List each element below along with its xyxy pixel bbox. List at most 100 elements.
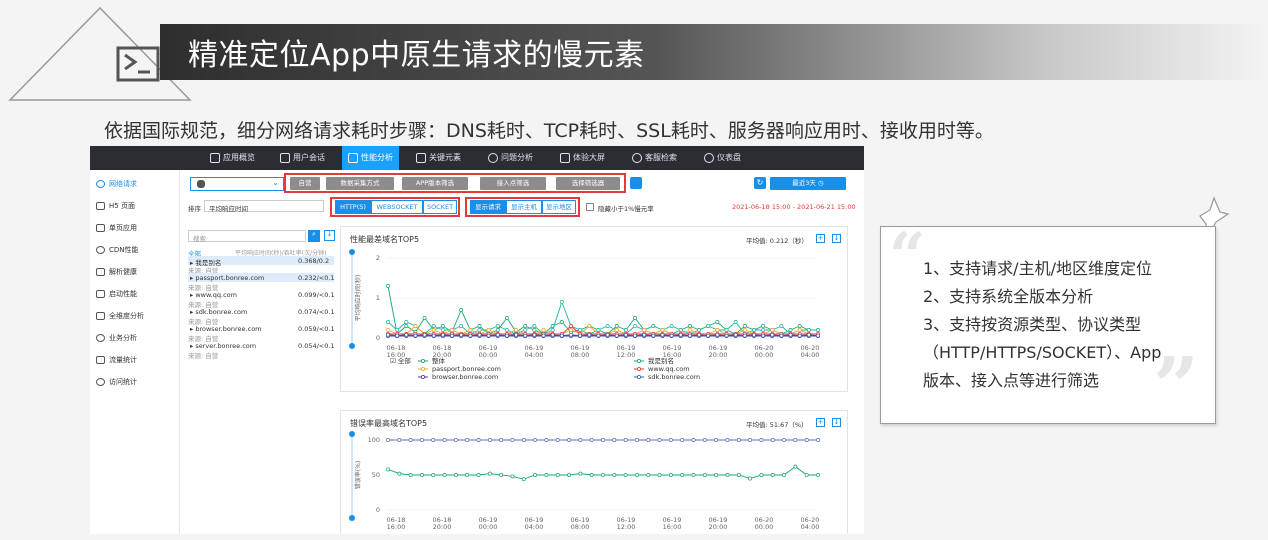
data-point: [450, 328, 454, 332]
data-point: [477, 324, 482, 328]
filter-collection-method[interactable]: 数据采集方式: [326, 177, 394, 190]
filter-self-operated[interactable]: 自营: [290, 177, 320, 190]
nav-dashboard[interactable]: 仪表盘: [704, 146, 741, 170]
data-point: [601, 473, 605, 477]
range-handle-top[interactable]: [349, 249, 355, 255]
feature-note-card: “ ” 1、支持请求/主机/地区维度定位 2、支持系统全版本分析 3、支持按资源…: [880, 219, 1216, 433]
data-point: [386, 284, 390, 288]
data-point: [702, 473, 707, 477]
clear-filter-icon[interactable]: [630, 177, 642, 189]
nav-performance[interactable]: 性能分析: [342, 146, 399, 170]
x-tick-label: 04:00: [801, 523, 820, 531]
list-item[interactable]: ▸ sdk.bonree.com 0.074/<0.1: [188, 307, 335, 316]
data-point: [761, 324, 766, 328]
data-point: [742, 324, 747, 328]
download-icon[interactable]: ↓: [324, 230, 335, 241]
chevron-down-icon: ⌄: [272, 178, 279, 187]
data-point: [797, 333, 802, 338]
sidebar-item-h5[interactable]: H5 页面: [96, 198, 135, 214]
legend-item[interactable]: passport.bonree.com: [432, 365, 501, 373]
download-icon[interactable]: ↓: [832, 418, 841, 427]
sidebar-item-spa[interactable]: 单页应用: [96, 220, 137, 236]
nav-key-elements[interactable]: 关键元素: [416, 146, 461, 170]
legend-all[interactable]: ☑ 全部: [390, 356, 411, 365]
filter-access-point[interactable]: 接入点筛选: [480, 177, 546, 190]
range-handle-bottom[interactable]: [349, 515, 355, 521]
data-point: [680, 438, 685, 442]
data-point: [532, 332, 537, 337]
view-region[interactable]: 显示地区: [542, 200, 576, 214]
expand-icon[interactable]: +: [816, 418, 825, 427]
range-handle-top[interactable]: [349, 431, 355, 437]
chart2-average: 平均值: 51.67（%）: [746, 421, 808, 429]
y-tick-label: 1: [376, 294, 380, 302]
sidebar-item-traffic[interactable]: 流量统计: [96, 352, 137, 368]
view-host[interactable]: 显示主机: [506, 200, 542, 214]
data-point: [541, 333, 546, 338]
app-selector[interactable]: ⌄: [190, 177, 284, 191]
data-point: [782, 473, 787, 477]
data-point: [742, 328, 747, 332]
sidebar-item-dns-health[interactable]: 解析健康: [96, 264, 137, 280]
nav-customer-search[interactable]: 客服检索: [632, 146, 677, 170]
filter-app-version[interactable]: APP版本筛选: [402, 177, 468, 190]
list-item-name: ▸ sdk.bonree.com: [190, 308, 248, 316]
legend-item[interactable]: browser.bonree.com: [432, 373, 498, 381]
data-point: [504, 328, 509, 332]
list-item[interactable]: ▸ www.qq.com 0.099/<0.1: [188, 290, 335, 299]
list-item[interactable]: ▸ browser.bonree.com 0.059/<0.1: [188, 324, 335, 333]
sidebar-item-business[interactable]: 业务分析: [96, 330, 137, 346]
chart-line-icon: [348, 152, 358, 163]
hide-checkbox[interactable]: [586, 203, 594, 211]
time-range-button[interactable]: 最近3天 ◷: [770, 177, 846, 190]
protocol-https[interactable]: HTTP(S): [335, 200, 371, 214]
legend-item[interactable]: 我是别名: [648, 356, 674, 365]
sidebar-item-visits[interactable]: 访问统计: [96, 374, 137, 390]
data-point: [752, 328, 756, 332]
data-point: [797, 324, 802, 328]
expand-icon[interactable]: +: [816, 234, 825, 243]
nav-user-session[interactable]: 用户会话: [280, 146, 325, 170]
sidebar-item-network-request[interactable]: 网络请求: [96, 176, 137, 192]
data-point: [397, 471, 402, 476]
sidebar-item-cdn[interactable]: CDN性能: [96, 242, 139, 258]
list-item[interactable]: ▸ server.bonree.com 0.054/<0.1: [188, 341, 335, 350]
search-input[interactable]: 搜索: [188, 230, 306, 243]
data-point: [476, 473, 481, 477]
sort-select[interactable]: 平均响应时间: [204, 200, 324, 213]
sidebar-item-all-dimension[interactable]: 全维度分析: [96, 308, 144, 324]
data-point: [550, 332, 555, 337]
y-tick-label: 2: [376, 254, 380, 262]
legend-item[interactable]: sdk.bonree.com: [648, 373, 700, 381]
data-point: [742, 333, 747, 338]
data-point: [413, 324, 418, 328]
range-handle-bottom[interactable]: [349, 343, 355, 349]
data-point: [816, 328, 820, 332]
nav-experience-screen[interactable]: 体验大屏: [560, 146, 605, 170]
protocol-websocket[interactable]: WEBSOCKET: [371, 200, 423, 214]
data-point: [523, 328, 528, 332]
data-point: [770, 328, 775, 332]
x-tick-label: 00:00: [479, 351, 498, 359]
data-point: [514, 332, 519, 337]
legend-item[interactable]: www.qq.com: [648, 365, 690, 373]
search-element-icon: [416, 152, 426, 163]
data-point: [706, 333, 711, 338]
protocol-socket[interactable]: SOCKET: [423, 200, 457, 214]
legend-marker: [421, 367, 426, 372]
traffic-icon: [96, 356, 105, 364]
download-icon[interactable]: ↓: [832, 234, 841, 243]
search-icon[interactable]: ⌕: [308, 230, 320, 242]
refresh-icon[interactable]: ↻: [754, 177, 766, 189]
view-request[interactable]: 显示请求: [470, 200, 506, 214]
data-point: [687, 333, 692, 338]
list-item[interactable]: ▸ 我是别名 0.368/0.2: [188, 256, 334, 267]
filter-selector[interactable]: 选择筛选器: [556, 177, 620, 190]
data-point: [633, 333, 637, 338]
data-point: [651, 324, 656, 328]
legend-item[interactable]: 整体: [432, 356, 446, 365]
nav-problem-analysis[interactable]: 问题分析: [488, 146, 533, 170]
nav-app-overview[interactable]: 应用概览: [210, 146, 255, 170]
list-item[interactable]: ▸ passport.bonree.com 0.232/<0.1: [188, 273, 335, 282]
sidebar-item-startup[interactable]: 启动性能: [96, 286, 137, 302]
